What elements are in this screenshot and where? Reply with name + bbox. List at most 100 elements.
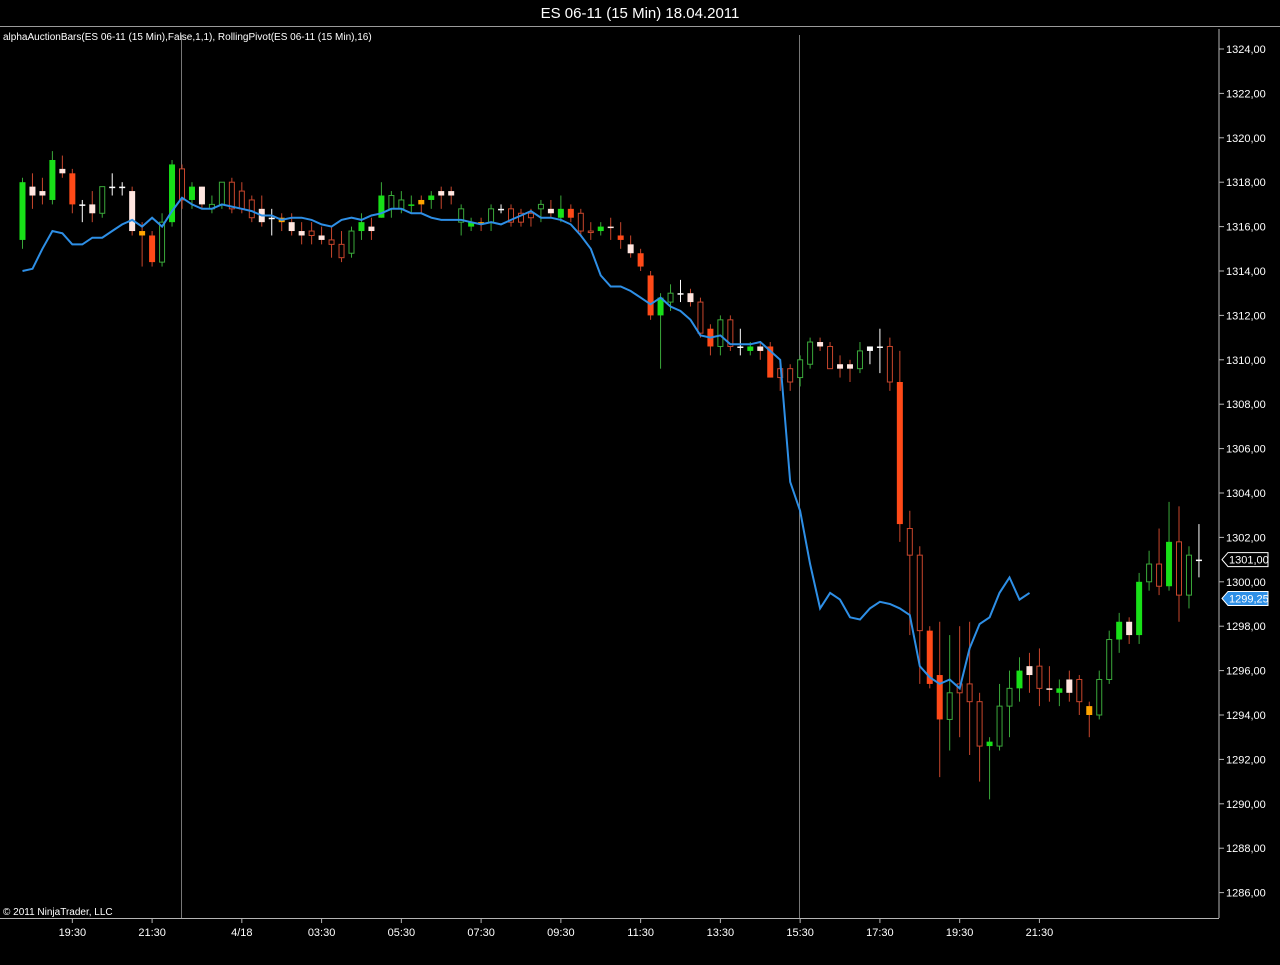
candle bbox=[149, 231, 156, 267]
candle-body bbox=[218, 181, 225, 205]
candle-body bbox=[498, 208, 505, 211]
x-tick-label: 21:30 bbox=[1026, 927, 1054, 939]
candle bbox=[976, 692, 983, 782]
candle-body bbox=[846, 364, 853, 369]
candle-body bbox=[837, 364, 844, 369]
candle bbox=[428, 191, 435, 209]
y-tick-label: 1288,00 bbox=[1226, 843, 1266, 855]
candle bbox=[1056, 679, 1063, 707]
candle-body bbox=[747, 346, 754, 351]
candle-body bbox=[966, 683, 973, 703]
candle bbox=[1176, 506, 1183, 622]
candle-body bbox=[149, 235, 156, 263]
candle-body bbox=[537, 203, 544, 210]
candle bbox=[807, 337, 814, 369]
candle-body bbox=[388, 195, 395, 210]
price-axis: 1324,00 1322,00 1320,00 1318,00 1316,00 1314,… bbox=[0, 29, 1266, 919]
candle-body bbox=[547, 208, 554, 214]
candle bbox=[737, 328, 744, 356]
candle-body bbox=[418, 199, 425, 205]
candle-body bbox=[577, 212, 584, 232]
price-chart[interactable]: 1324,00 1322,00 1320,00 1318,00 1316,00 1314,… bbox=[0, 0, 1280, 965]
x-tick-label: 15:30 bbox=[786, 927, 814, 939]
candle bbox=[328, 226, 335, 258]
indicator-legend: alphaAuctionBars(ES 06-11 (15 Min),False… bbox=[3, 32, 372, 43]
candle bbox=[657, 293, 664, 369]
candle bbox=[1126, 617, 1133, 644]
candle bbox=[627, 235, 634, 258]
candle bbox=[797, 355, 804, 387]
candle bbox=[1006, 670, 1013, 738]
candle-body bbox=[1096, 678, 1103, 716]
y-tick-label: 1300,00 bbox=[1226, 577, 1266, 589]
candle-body bbox=[188, 186, 195, 200]
time-axis: 19:30 21:30 4/18 03:30 05:30 07:30 09:30 11:30 1… bbox=[59, 918, 1054, 939]
candle-body bbox=[597, 226, 604, 232]
candle-body bbox=[179, 168, 186, 201]
candle-body bbox=[1076, 678, 1083, 703]
candle-body bbox=[906, 528, 913, 556]
candle bbox=[208, 195, 215, 214]
candle-body bbox=[398, 199, 405, 210]
candle-body bbox=[587, 230, 594, 234]
candle-body bbox=[348, 230, 355, 254]
candle-body bbox=[986, 741, 993, 747]
candle-body bbox=[448, 191, 455, 196]
candle bbox=[368, 217, 375, 240]
candle-body bbox=[1036, 665, 1043, 689]
candle bbox=[707, 324, 714, 356]
candle bbox=[1076, 675, 1083, 715]
y-tick-label: 1304,00 bbox=[1226, 488, 1266, 500]
candle-body bbox=[308, 230, 315, 236]
candle-body bbox=[109, 186, 116, 189]
candle bbox=[49, 151, 56, 205]
candle bbox=[677, 279, 684, 303]
candle bbox=[1086, 701, 1093, 738]
candle bbox=[597, 222, 604, 236]
candle bbox=[129, 186, 136, 236]
candle bbox=[29, 173, 36, 209]
candle-body bbox=[1066, 679, 1073, 693]
candle bbox=[278, 213, 285, 232]
candle bbox=[1136, 572, 1143, 644]
candle bbox=[787, 364, 794, 391]
candle bbox=[438, 186, 445, 209]
candle-body bbox=[228, 181, 235, 210]
x-tick-label: 11:30 bbox=[627, 927, 654, 939]
candle-body bbox=[1156, 563, 1163, 587]
candle-body bbox=[1006, 687, 1013, 707]
candle-body bbox=[1126, 621, 1133, 636]
candle bbox=[687, 288, 694, 307]
candle-body bbox=[29, 186, 36, 196]
candle bbox=[1116, 612, 1123, 653]
candle-body bbox=[318, 235, 325, 240]
candle bbox=[837, 355, 844, 378]
x-tick-label: 4/18 bbox=[231, 927, 252, 939]
candle-body bbox=[99, 186, 106, 214]
candle bbox=[448, 186, 455, 205]
candle bbox=[727, 315, 734, 351]
y-tick-label: 1312,00 bbox=[1226, 310, 1266, 322]
candle bbox=[617, 222, 624, 249]
candle-body bbox=[1026, 666, 1033, 676]
candle-body bbox=[807, 341, 814, 365]
candle-body bbox=[119, 186, 126, 189]
y-tick-label: 1292,00 bbox=[1226, 754, 1266, 766]
x-tick-label: 09:30 bbox=[547, 927, 575, 939]
candle bbox=[607, 217, 614, 240]
candle bbox=[1146, 550, 1153, 591]
candle bbox=[109, 173, 116, 196]
candle bbox=[637, 248, 644, 271]
candle-body bbox=[248, 199, 255, 219]
candle bbox=[1066, 670, 1073, 702]
candlestick-series bbox=[19, 151, 1202, 800]
candle-body bbox=[916, 554, 923, 632]
candle-body bbox=[827, 345, 834, 370]
candle-body bbox=[488, 208, 495, 223]
x-tick-label: 03:30 bbox=[308, 927, 336, 939]
x-tick-label: 05:30 bbox=[388, 927, 416, 939]
copyright-text: © 2011 NinjaTrader, LLC bbox=[3, 907, 113, 918]
candle bbox=[936, 621, 943, 778]
candle bbox=[1185, 546, 1192, 609]
y-tick-label: 1302,00 bbox=[1226, 532, 1266, 544]
